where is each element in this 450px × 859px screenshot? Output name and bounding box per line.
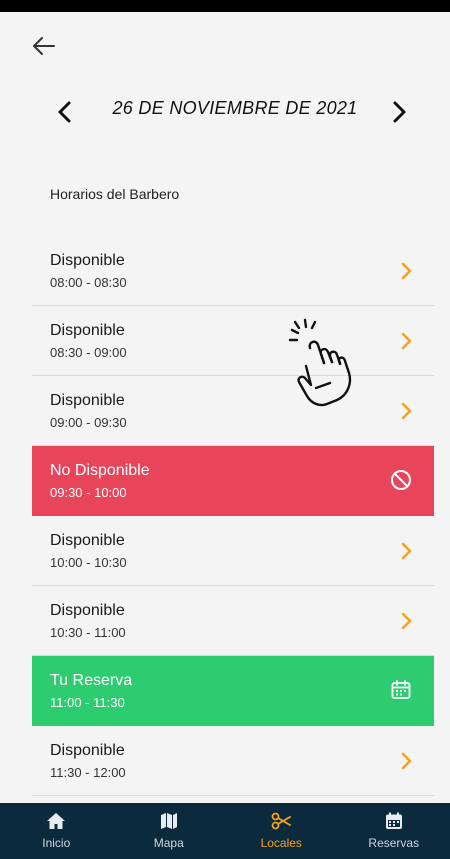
chevron-right-icon — [401, 262, 412, 280]
date-navigator: 26 DE NOVIEMBRE DE 2021 — [0, 92, 450, 132]
slot-time-range: 09:30 - 10:00 — [50, 485, 127, 500]
slot-time-range: 09:00 - 09:30 — [50, 415, 127, 430]
slot-status-label: No Disponible — [50, 462, 150, 479]
slot-status-label: Disponible — [50, 322, 125, 339]
time-slot[interactable]: Disponible 08:30 - 09:00 — [32, 306, 434, 376]
time-slot-list: Disponible 08:00 - 08:30 Disponible 08:3… — [32, 236, 434, 796]
section-label: Horarios del Barbero — [50, 186, 180, 202]
slot-status-label: Tu Reserva — [50, 672, 133, 689]
nav-label: Locales — [260, 836, 302, 850]
next-day-button[interactable] — [384, 96, 416, 128]
nav-label: Mapa — [153, 836, 184, 850]
slot-time-range: 08:00 - 08:30 — [50, 275, 127, 290]
time-slot[interactable]: Disponible 10:30 - 11:00 — [32, 586, 434, 656]
time-slot[interactable]: Disponible 10:00 - 10:30 — [32, 516, 434, 586]
time-slot-unavailable: No Disponible 09:30 - 10:00 — [32, 446, 434, 516]
slot-time-range: 10:30 - 11:00 — [50, 625, 126, 640]
chevron-left-icon — [58, 101, 71, 123]
nav-item-inicio[interactable]: Inicio — [0, 803, 113, 859]
time-slot[interactable]: Disponible 09:00 - 09:30 — [32, 376, 434, 446]
bottom-navigation: Inicio Mapa Locales Reservas — [0, 803, 450, 859]
map-icon — [160, 813, 177, 829]
nav-label: Inicio — [42, 836, 71, 850]
slot-time-range: 08:30 - 09:00 — [50, 345, 127, 360]
chevron-right-icon — [401, 402, 412, 420]
home-icon — [47, 813, 66, 829]
time-slot-reserved[interactable]: Tu Reserva 11:00 - 11:30 — [32, 656, 434, 726]
nav-item-reservas[interactable]: Reservas — [338, 803, 450, 859]
chevron-right-icon — [401, 542, 412, 560]
arrow-left-icon — [33, 37, 55, 55]
calendar-icon — [385, 812, 402, 829]
chevron-right-icon — [401, 612, 412, 630]
chevron-right-icon — [393, 101, 406, 123]
slot-time-range: 11:30 - 12:00 — [50, 765, 126, 780]
slot-status-label: Disponible — [50, 252, 125, 269]
time-slot[interactable]: Disponible 11:30 - 12:00 — [32, 726, 434, 796]
slot-status-label: Disponible — [50, 392, 125, 409]
blocked-icon — [391, 470, 411, 490]
back-button[interactable] — [28, 32, 60, 60]
slot-time-range: 11:00 - 11:30 — [50, 695, 125, 710]
slot-status-label: Disponible — [50, 742, 125, 759]
calendar-icon — [391, 680, 411, 699]
date-title: 26 DE NOVIEMBRE DE 2021 — [112, 98, 358, 118]
nav-label: Reservas — [368, 836, 420, 850]
scissors-icon — [271, 812, 292, 830]
chevron-right-icon — [401, 752, 412, 770]
chevron-right-icon — [401, 332, 412, 350]
nav-item-locales[interactable]: Locales — [225, 803, 338, 859]
slot-status-label: Disponible — [50, 602, 125, 619]
status-bar — [0, 0, 450, 12]
previous-day-button[interactable] — [48, 96, 80, 128]
slot-status-label: Disponible — [50, 532, 125, 549]
nav-item-mapa[interactable]: Mapa — [113, 803, 226, 859]
slot-time-range: 10:00 - 10:30 — [50, 555, 127, 570]
time-slot[interactable]: Disponible 08:00 - 08:30 — [32, 236, 434, 306]
